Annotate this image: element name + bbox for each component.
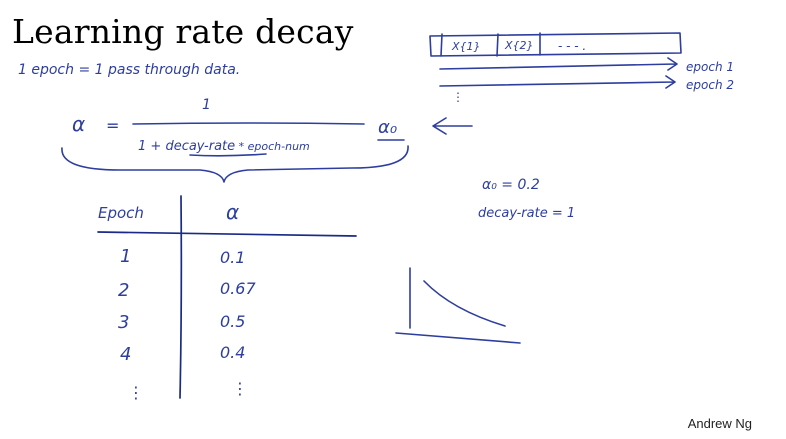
minibatch-cell-1: X{1}: [451, 40, 481, 53]
table-row-2-epoch: 2: [118, 280, 129, 301]
epoch2-arrow: [439, 75, 676, 89]
handwritten-notes: 1 epoch = 1 pass through data. α = 1 1 +…: [18, 32, 734, 402]
denominator-decay-rate: decay-rate: [165, 139, 235, 154]
epoch1-label: epoch 1: [686, 60, 734, 74]
author-credit: Andrew Ng: [687, 416, 752, 431]
fraction-bar: [132, 122, 365, 125]
minibatch-cell-2: X{2}: [504, 39, 534, 52]
table-ellipsis-alpha: ⋮: [232, 379, 248, 398]
table-row-3-epoch: 3: [118, 312, 129, 333]
formula-multiplier: α₀: [378, 117, 397, 138]
epoch-more: ⋮: [452, 90, 464, 104]
epoch1-arrow: [439, 57, 678, 71]
table-row-1-epoch: 1: [120, 246, 131, 267]
decay-rate-underline: [189, 153, 267, 157]
lecture-slide: Learning rate decay 1 epoch = 1 pass thr…: [0, 0, 786, 439]
table-header-rule: [97, 231, 357, 237]
denominator-prefix: 1 +: [138, 139, 165, 154]
decay-rate-value: decay-rate = 1: [478, 206, 575, 221]
table-row-1-alpha: 0.1: [220, 248, 245, 267]
graph-decay-curve: [423, 280, 506, 327]
table-header-epoch: Epoch: [98, 204, 144, 222]
formula-equals: =: [106, 116, 119, 135]
table-header-alpha: α: [226, 200, 239, 224]
epoch-definition: 1 epoch = 1 pass through data.: [18, 62, 240, 78]
arrow-left-icon: [432, 117, 473, 135]
formula-denominator: 1 + decay-rate * epoch-num: [138, 139, 310, 154]
table-row-2-alpha: 0.67: [220, 279, 256, 298]
table-row-4-alpha: 0.4: [220, 343, 245, 362]
formula-lhs: α: [72, 112, 85, 136]
epoch2-label: epoch 2: [686, 78, 734, 92]
graph-x-axis: [395, 332, 521, 344]
table-row-3-alpha: 0.5: [220, 312, 245, 331]
formula-numerator: 1: [202, 97, 211, 113]
minibatch-cell-more: - - - .: [558, 39, 586, 53]
denominator-epoch-num: * epoch-num: [235, 140, 310, 153]
table-column-divider: [179, 195, 183, 399]
table-ellipsis-epoch: ⋮: [128, 383, 144, 402]
table-row-4-epoch: 4: [120, 344, 131, 365]
alpha0-value: α₀ = 0.2: [482, 177, 540, 193]
